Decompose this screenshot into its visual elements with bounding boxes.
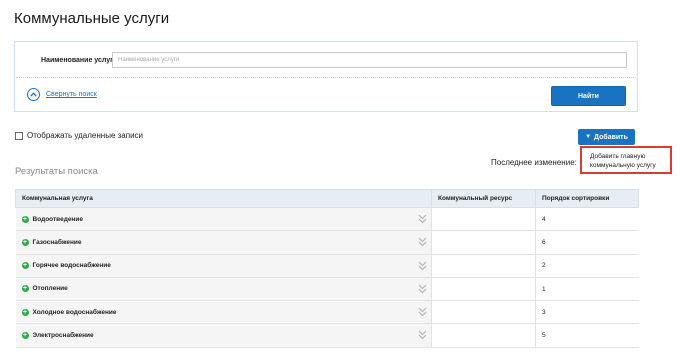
resource-cell <box>431 323 536 348</box>
table-row[interactable]: + Холодное водоснабжение 3 <box>15 300 639 325</box>
order-cell: 2 <box>535 254 639 278</box>
order-cell: 6 <box>535 230 639 255</box>
results-title: Результаты поиска <box>15 166 98 177</box>
service-cell: + Холодное водоснабжение <box>15 300 432 325</box>
table-row[interactable]: + Газоснабжение 6 <box>15 230 639 255</box>
show-deleted-checkbox[interactable] <box>15 131 23 140</box>
column-header-resource[interactable]: Коммунальный ресурс <box>431 189 536 208</box>
add-dropdown-menu: Добавить главную коммунальную услугу <box>580 146 672 174</box>
order-cell: 3 <box>535 300 639 325</box>
column-header-order[interactable]: Порядок сортировки <box>535 189 639 208</box>
double-chevron-down-icon[interactable] <box>418 260 427 272</box>
table-row[interactable]: + Водоотведение 4 <box>15 207 639 232</box>
results-table: Коммунальная услуга Коммунальный ресурс … <box>15 189 639 348</box>
page-title: Коммунальные услуги <box>14 10 170 27</box>
plus-circle-icon[interactable]: + <box>21 332 29 340</box>
order-cell: 5 <box>535 323 639 348</box>
service-name[interactable]: Газоснабжение <box>33 239 82 246</box>
double-chevron-down-icon[interactable] <box>418 329 427 341</box>
plus-circle-icon[interactable]: + <box>21 262 29 270</box>
table-row[interactable]: + Отопление 1 <box>15 277 639 302</box>
order-cell: 1 <box>535 277 639 302</box>
resource-cell <box>431 254 536 278</box>
show-deleted-label: Отображать удаленные записи <box>27 131 144 140</box>
collapse-search-link[interactable]: Свернуть поиск <box>27 88 97 101</box>
chevron-up-circle-icon <box>27 88 40 101</box>
service-cell: + Газоснабжение <box>15 230 432 255</box>
add-button-label: Добавить <box>594 133 628 141</box>
table-header-row: Коммунальная услуга Коммунальный ресурс … <box>15 189 639 208</box>
service-name-input[interactable] <box>112 52 627 68</box>
column-header-service[interactable]: Коммунальная услуга <box>15 189 432 208</box>
add-main-service-menu-item[interactable]: Добавить главную коммунальную услугу <box>582 148 670 170</box>
service-name[interactable]: Горячее водоснабжение <box>33 262 111 269</box>
table-row[interactable]: + Электроснабжение 5 <box>15 323 639 348</box>
plus-circle-icon[interactable]: + <box>21 215 29 223</box>
caret-down-icon: ▼ <box>585 134 592 140</box>
show-deleted-toggle[interactable]: Отображать удаленные записи <box>15 131 143 140</box>
double-chevron-down-icon[interactable] <box>418 306 427 318</box>
search-panel: Наименование услуги Свернуть поиск Найти <box>14 41 638 112</box>
resource-cell <box>431 300 536 325</box>
double-chevron-down-icon[interactable] <box>418 236 427 248</box>
order-cell: 4 <box>535 207 639 232</box>
table-row[interactable]: + Горячее водоснабжение 2 <box>15 254 639 278</box>
service-cell: + Отопление <box>15 277 432 302</box>
service-cell: + Горячее водоснабжение <box>15 254 432 278</box>
service-name[interactable]: Отопление <box>33 285 68 292</box>
resource-cell <box>431 277 536 302</box>
resource-cell <box>431 230 536 255</box>
service-name[interactable]: Водоотведение <box>33 216 83 223</box>
collapse-search-label: Свернуть поиск <box>46 91 97 98</box>
double-chevron-down-icon[interactable] <box>418 283 427 295</box>
find-button[interactable]: Найти <box>551 86 626 106</box>
search-label: Наименование услуги <box>41 57 118 64</box>
double-chevron-down-icon[interactable] <box>418 213 427 225</box>
search-divider <box>16 77 636 78</box>
service-cell: + Электроснабжение <box>15 323 432 348</box>
plus-circle-icon[interactable]: + <box>21 308 29 316</box>
add-button[interactable]: ▼ Добавить <box>578 129 635 145</box>
resource-cell <box>431 207 536 232</box>
plus-circle-icon[interactable]: + <box>21 285 29 293</box>
service-name[interactable]: Электроснабжение <box>33 332 94 339</box>
service-name[interactable]: Холодное водоснабжение <box>33 309 117 316</box>
service-cell: + Водоотведение <box>15 207 432 232</box>
last-change-label: Последнее изменение: <box>491 158 577 167</box>
plus-circle-icon[interactable]: + <box>21 238 29 246</box>
